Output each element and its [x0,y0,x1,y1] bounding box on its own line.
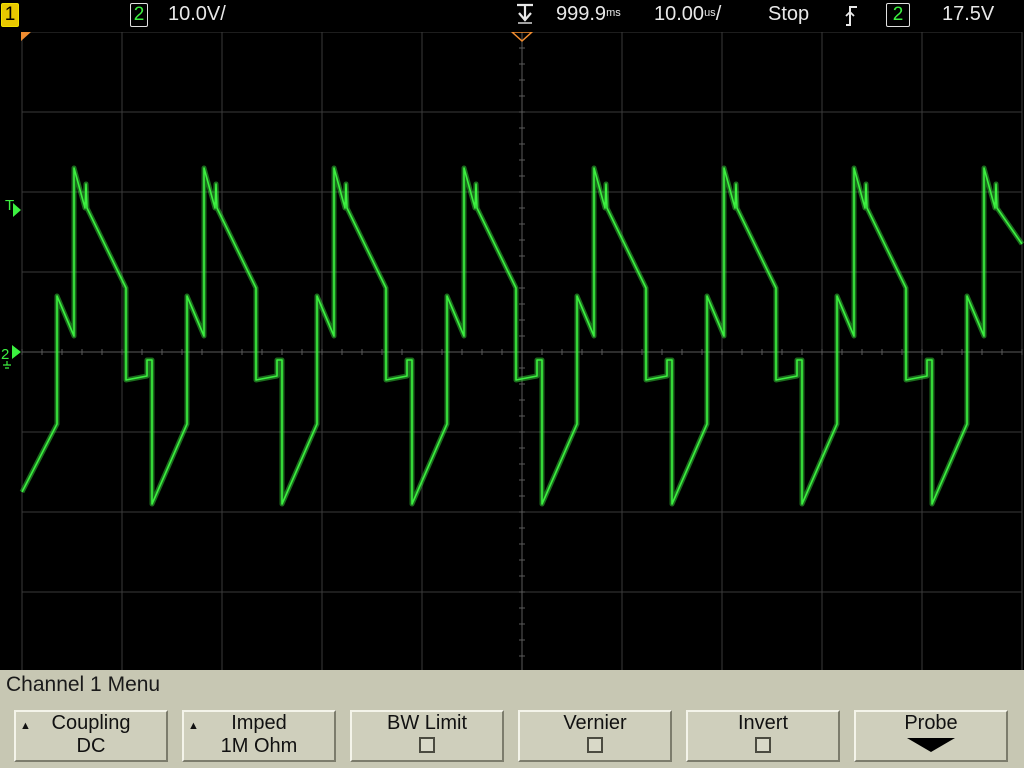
channel-2-indicator[interactable]: 2 [130,3,148,27]
vernier-checkbox[interactable] [587,737,603,753]
submenu-arrow-icon [907,738,955,752]
impedance-softkey[interactable]: ▲ Imped 1M Ohm [182,710,336,762]
rotate-icon: ▲ [188,720,199,732]
time-base: 10.00us/ [654,3,722,25]
softkey-label: Imped [231,712,287,734]
graticule-grid [21,32,1023,672]
bw-limit-softkey[interactable]: BW Limit [350,710,504,762]
softkey-label: Invert [737,712,789,734]
vernier-softkey[interactable]: Vernier [518,710,672,762]
softkey-value: 1M Ohm [220,735,298,757]
bw-limit-checkbox[interactable] [419,737,435,753]
trigger-source-indicator[interactable]: 2 [886,3,910,27]
time-offset: 999.9ms [556,3,621,25]
trigger-level: 17.5V [942,3,995,25]
channel-1-indicator[interactable]: 1 [1,3,19,27]
invert-softkey[interactable]: Invert [686,710,840,762]
softkey-label: BW Limit [387,712,467,734]
trigger-level-label: T [5,197,14,214]
rotate-icon: ▲ [20,720,31,732]
softkey-label: Coupling [51,712,131,734]
time-reference-icon [514,1,536,33]
run-state[interactable]: Stop [768,3,809,26]
channel-2-scale: 10.0V/ [168,3,226,25]
rising-edge-icon [843,5,859,33]
trigger-level-marker-icon [13,203,21,217]
channel-2-ground-marker-icon [12,345,21,359]
status-bar: 1 2 10.0V/ 999.9ms 10.00us/ Stop 2 17.5V [0,0,1024,32]
waveform-display: T 2 [1,32,1024,672]
softkey-label: Vernier [563,712,627,734]
channel-2-ground-label: 2 [1,346,9,363]
invert-checkbox[interactable] [755,737,771,753]
coupling-softkey[interactable]: ▲ Coupling DC [14,710,168,762]
probe-softkey[interactable]: Probe [854,710,1008,762]
menu-title: Channel 1 Menu [6,673,161,696]
softkey-value: DC [76,735,106,757]
softkey-label: Probe [904,712,958,734]
